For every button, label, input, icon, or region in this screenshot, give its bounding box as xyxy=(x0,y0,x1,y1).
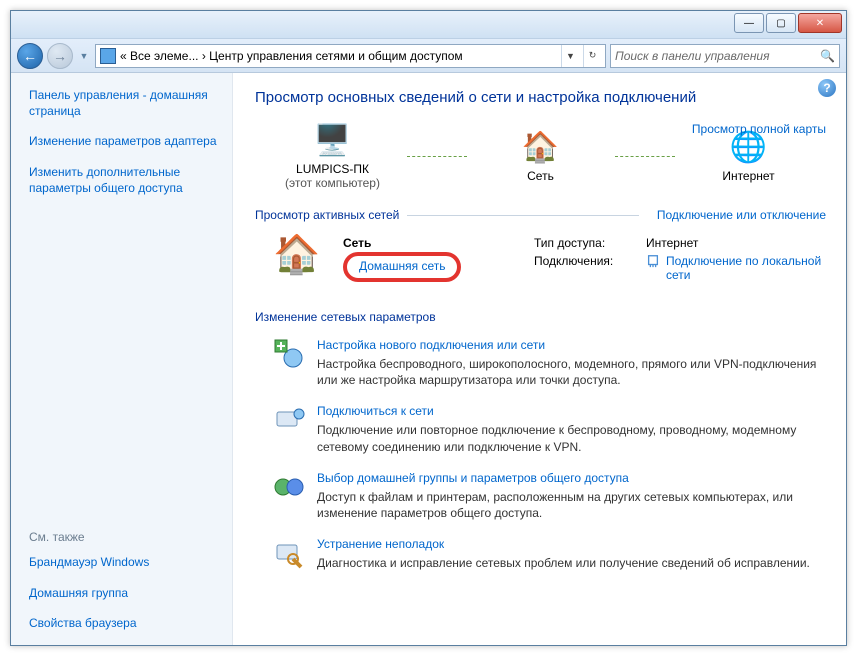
troubleshoot-icon xyxy=(273,537,305,569)
refresh-button[interactable]: ↻ xyxy=(583,45,601,67)
sidebar-item-home[interactable]: Панель управления - домашняя страница xyxy=(29,87,220,119)
forward-button[interactable]: → xyxy=(47,43,73,69)
highlight-ring: Домашняя сеть xyxy=(343,252,461,282)
page-title: Просмотр основных сведений о сети и наст… xyxy=(255,89,826,106)
network-icon: 🏠 xyxy=(521,129,561,165)
active-networks-label: Просмотр активных сетей xyxy=(255,208,399,222)
search-placeholder: Поиск в панели управления xyxy=(615,49,770,63)
option-troubleshoot[interactable]: Устранение неполадок Диагностика и испра… xyxy=(255,531,826,581)
network-type-link[interactable]: Домашняя сеть xyxy=(359,259,445,273)
address-bar: ← → ▼ « Все элеме... › Центр управления … xyxy=(11,39,846,73)
search-input[interactable]: Поиск в панели управления 🔍 xyxy=(610,44,840,68)
close-icon: ✕ xyxy=(816,18,824,29)
seealso-heading: См. также xyxy=(29,530,220,544)
help-icon[interactable]: ? xyxy=(818,79,836,97)
new-connection-icon xyxy=(273,338,305,370)
option-desc: Диагностика и исправление сетевых пробле… xyxy=(317,555,810,571)
window: — ▢ ✕ ← → ▼ « Все элеме... › Центр управ… xyxy=(10,10,847,646)
body: Панель управления - домашняя страница Из… xyxy=(11,73,846,645)
ethernet-icon xyxy=(646,254,660,268)
network-name: Сеть xyxy=(343,236,461,250)
map-node-network[interactable]: 🏠 Сеть xyxy=(481,129,601,183)
map-node-computer[interactable]: 🖥️ LUMPICS-ПК (этот компьютер) xyxy=(273,122,393,190)
address-dropdown[interactable]: ▼ xyxy=(561,45,579,67)
change-settings-heading: Изменение сетевых параметров xyxy=(255,310,826,324)
option-title: Устранение неполадок xyxy=(317,537,810,551)
content: ? Просмотр основных сведений о сети и на… xyxy=(233,73,846,645)
divider xyxy=(407,215,639,216)
breadcrumb: « Все элеме... › Центр управления сетями… xyxy=(120,49,557,63)
access-type-label: Тип доступа: xyxy=(534,236,634,250)
map-internet-label: Интернет xyxy=(722,169,774,183)
breadcrumb-part2[interactable]: Центр управления сетями и общим доступом xyxy=(209,49,463,63)
connection-link[interactable]: Подключение по локальной сети xyxy=(666,254,826,282)
active-network-row: 🏠 Сеть Домашняя сеть Тип доступа: Интерн… xyxy=(255,230,826,296)
homegroup-icon xyxy=(273,471,305,503)
seealso-firewall[interactable]: Брандмауэр Windows xyxy=(29,554,220,570)
option-desc: Доступ к файлам и принтерам, расположенн… xyxy=(317,489,822,521)
map-computer-label: LUMPICS-ПК xyxy=(296,162,369,176)
network-map: Просмотр полной карты 🖥️ LUMPICS-ПК (это… xyxy=(255,122,826,190)
connections-label: Подключения: xyxy=(534,254,634,282)
seealso-homegroup[interactable]: Домашняя группа xyxy=(29,585,220,601)
option-title: Выбор домашней группы и параметров общег… xyxy=(317,471,822,485)
search-icon: 🔍 xyxy=(820,49,835,63)
option-title: Настройка нового подключения или сети xyxy=(317,338,822,352)
address-field[interactable]: « Все элеме... › Центр управления сетями… xyxy=(95,44,606,68)
option-desc: Настройка беспроводного, широкополосного… xyxy=(317,356,822,388)
maximize-button[interactable]: ▢ xyxy=(766,13,796,33)
option-desc: Подключение или повторное подключение к … xyxy=(317,422,822,454)
home-network-icon: 🏠 xyxy=(273,236,319,282)
minimize-button[interactable]: — xyxy=(734,13,764,33)
close-button[interactable]: ✕ xyxy=(798,13,842,33)
option-connect-network[interactable]: Подключиться к сети Подключение или повт… xyxy=(255,398,826,464)
map-node-internet[interactable]: 🌐 Интернет xyxy=(689,129,809,183)
seealso-browser-settings[interactable]: Свойства браузера xyxy=(29,615,220,631)
titlebar: — ▢ ✕ xyxy=(11,11,846,39)
option-homegroup[interactable]: Выбор домашней группы и параметров общег… xyxy=(255,465,826,531)
computer-icon: 🖥️ xyxy=(313,122,353,158)
network-details: Тип доступа: Интернет Подключения: Подкл… xyxy=(534,236,826,286)
breadcrumb-part1[interactable]: « Все элеме... xyxy=(120,49,198,63)
option-new-connection[interactable]: Настройка нового подключения или сети На… xyxy=(255,332,826,398)
minimize-icon: — xyxy=(744,18,754,29)
sidebar: Панель управления - домашняя страница Из… xyxy=(11,73,233,645)
map-computer-sublabel: (этот компьютер) xyxy=(285,176,380,190)
breadcrumb-sep: › xyxy=(202,49,206,63)
map-connector xyxy=(407,156,467,157)
back-button[interactable]: ← xyxy=(17,43,43,69)
map-network-label: Сеть xyxy=(527,169,554,183)
sidebar-item-adapter-settings[interactable]: Изменение параметров адаптера xyxy=(29,133,220,149)
connect-network-icon xyxy=(273,404,305,436)
sidebar-item-sharing-settings[interactable]: Изменить дополнительные параметры общего… xyxy=(29,164,220,196)
maximize-icon: ▢ xyxy=(776,18,785,29)
option-title: Подключиться к сети xyxy=(317,404,822,418)
nav-history-dropdown[interactable]: ▼ xyxy=(77,43,91,69)
access-type-value: Интернет xyxy=(646,236,698,250)
full-map-link[interactable]: Просмотр полной карты xyxy=(692,122,826,136)
active-networks-heading: Просмотр активных сетей Подключение или … xyxy=(255,208,826,222)
control-panel-icon xyxy=(100,48,116,64)
map-connector xyxy=(615,156,675,157)
connect-disconnect-link[interactable]: Подключение или отключение xyxy=(657,208,826,222)
